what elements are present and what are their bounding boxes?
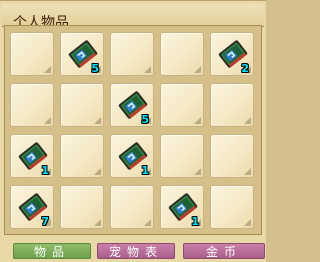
- slot-corner-mark: [244, 117, 251, 124]
- item-count: 1: [141, 164, 149, 177]
- inventory-grid: 5 2 5 1 1 7 1: [4, 25, 262, 235]
- slot-corner-mark: [94, 117, 101, 124]
- item-count: 2: [241, 62, 249, 75]
- slot-corner-mark: [144, 66, 151, 73]
- slot-corner-mark: [44, 66, 51, 73]
- inventory-slot[interactable]: [160, 83, 204, 127]
- slot-corner-mark: [194, 66, 201, 73]
- item-count: 1: [191, 215, 199, 228]
- inventory-slot[interactable]: [60, 134, 104, 178]
- tab-items[interactable]: 物品: [13, 243, 91, 259]
- inventory-slot[interactable]: [210, 83, 254, 127]
- slot-corner-mark: [44, 117, 51, 124]
- slot-corner-mark: [194, 168, 201, 175]
- slot-corner-mark: [144, 219, 151, 226]
- slot-corner-mark: [244, 168, 251, 175]
- inventory-slot[interactable]: [10, 32, 54, 76]
- item-count: 1: [41, 164, 49, 177]
- item-count: 5: [141, 113, 149, 126]
- slot-corner-mark: [94, 219, 101, 226]
- item-count: 5: [91, 62, 99, 75]
- tab-pets[interactable]: 宠物表: [97, 243, 175, 259]
- inventory-slot[interactable]: 2: [210, 32, 254, 76]
- inventory-slot[interactable]: [210, 134, 254, 178]
- inventory-panel: 个人物品 5 2 5 1 1 7 1 物品 宠物表 金币: [0, 0, 266, 262]
- inventory-slot[interactable]: [60, 185, 104, 229]
- inventory-slot[interactable]: 5: [60, 32, 104, 76]
- inventory-slot[interactable]: [10, 83, 54, 127]
- inventory-slot[interactable]: [160, 134, 204, 178]
- inventory-slot[interactable]: [60, 83, 104, 127]
- slot-corner-mark: [194, 117, 201, 124]
- inventory-slot[interactable]: 1: [160, 185, 204, 229]
- inventory-slot[interactable]: 7: [10, 185, 54, 229]
- slot-corner-mark: [244, 219, 251, 226]
- inventory-slot[interactable]: [110, 185, 154, 229]
- inventory-slot[interactable]: [160, 32, 204, 76]
- title-bar: 个人物品: [2, 4, 264, 31]
- slot-corner-mark: [94, 168, 101, 175]
- inventory-slot[interactable]: 1: [10, 134, 54, 178]
- tab-gold[interactable]: 金币: [183, 243, 265, 259]
- inventory-slot[interactable]: 1: [110, 134, 154, 178]
- inventory-slot[interactable]: 5: [110, 83, 154, 127]
- inventory-slot[interactable]: [110, 32, 154, 76]
- item-count: 7: [41, 215, 49, 228]
- inventory-slot[interactable]: [210, 185, 254, 229]
